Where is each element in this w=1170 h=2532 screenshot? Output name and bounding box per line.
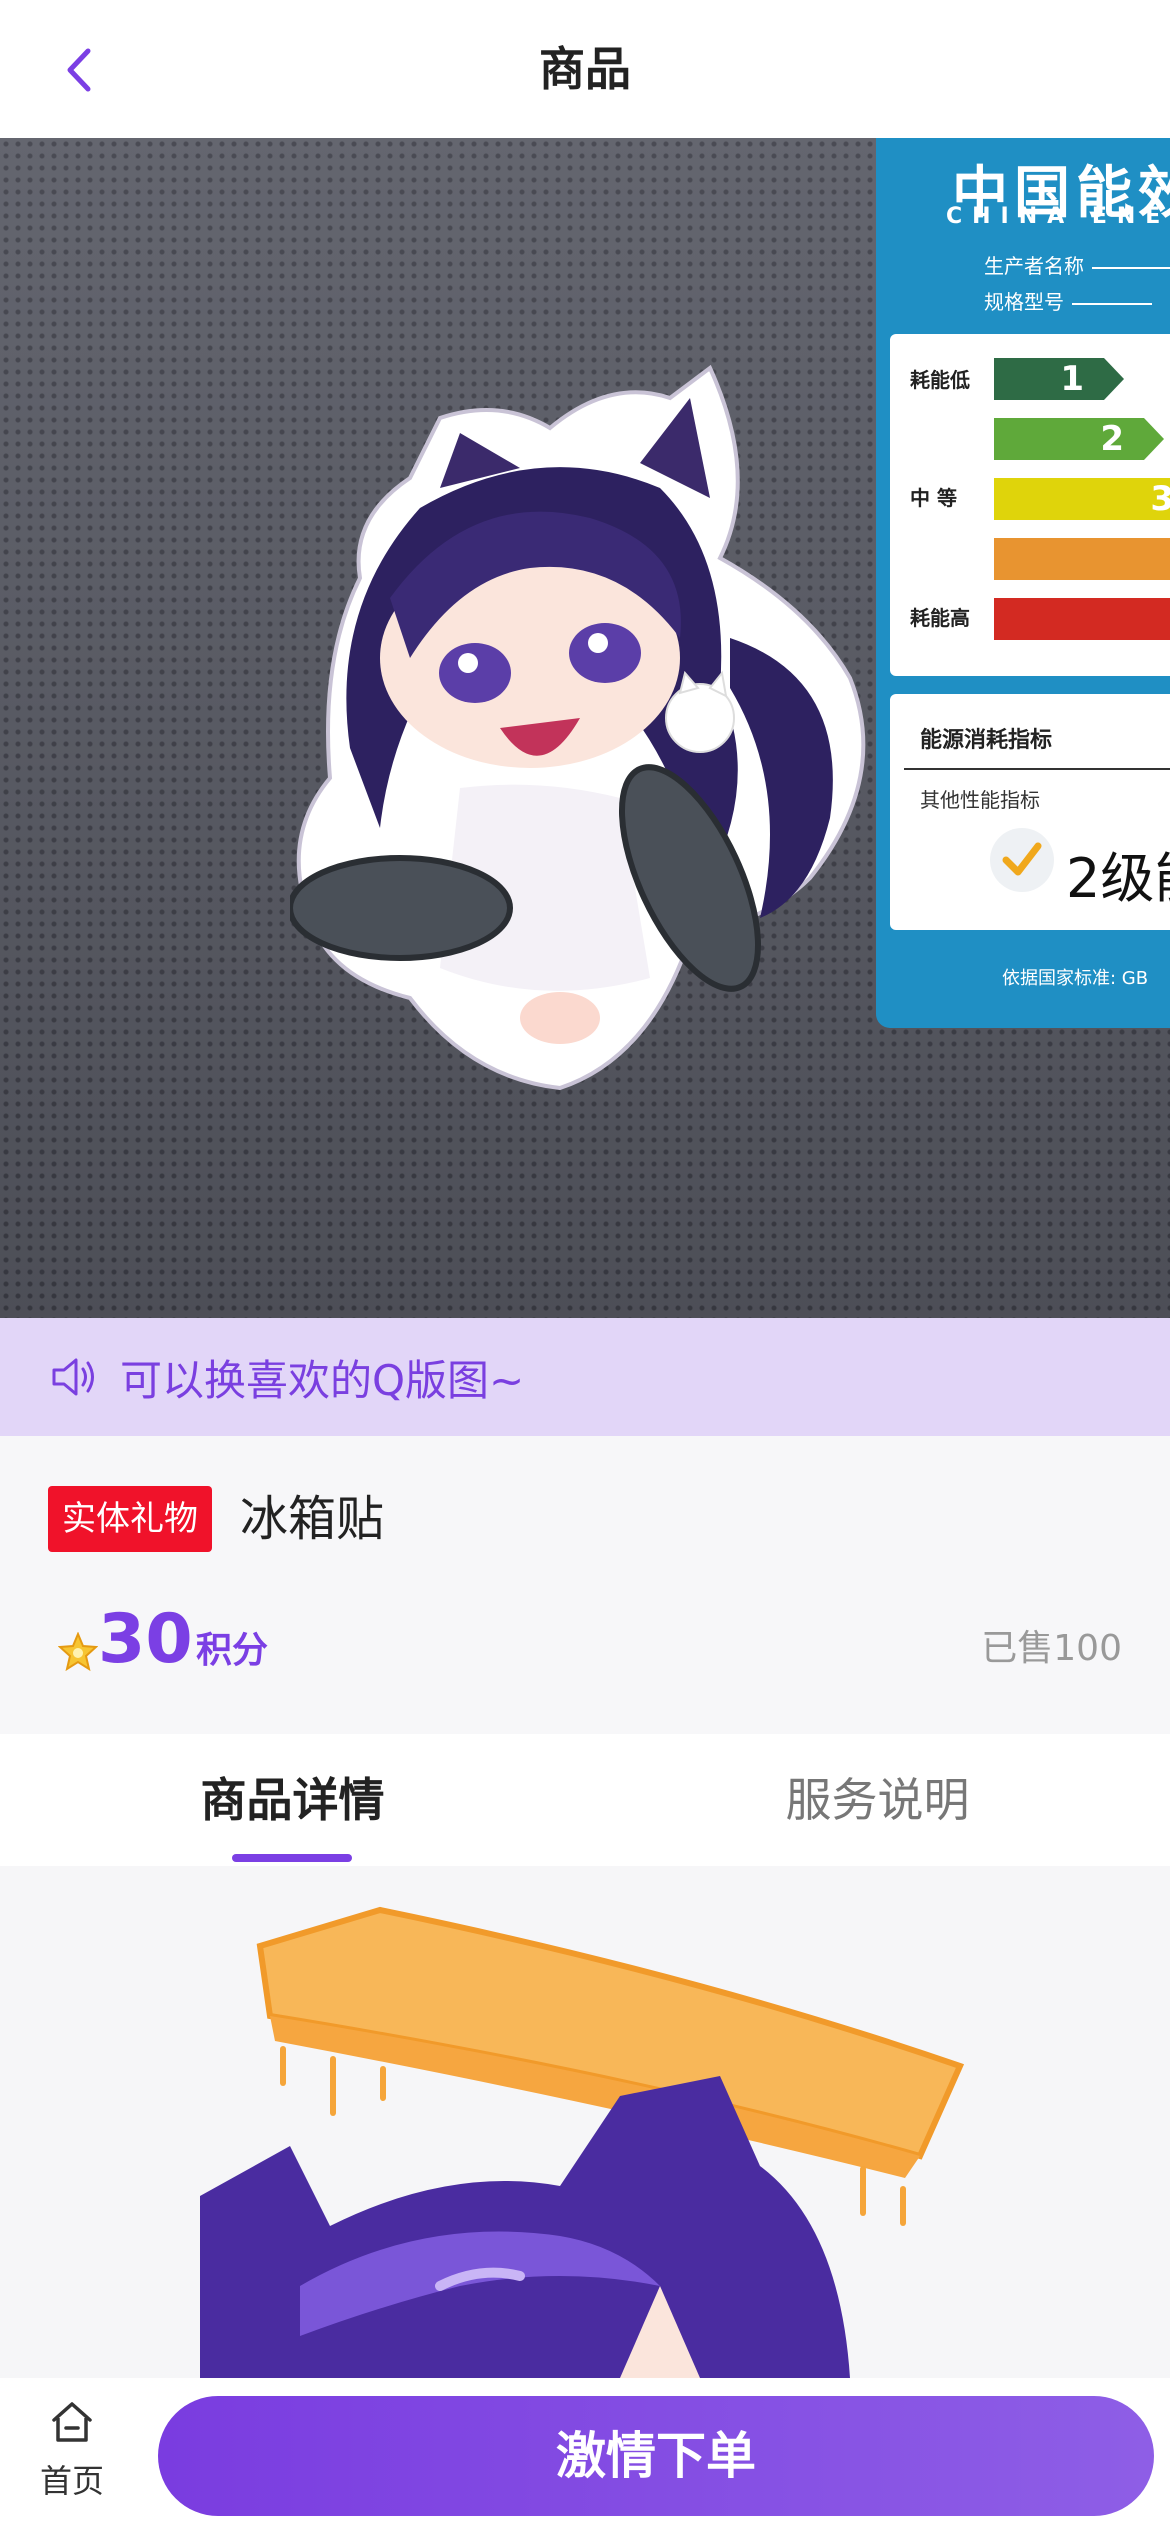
speaker-icon xyxy=(52,1358,94,1396)
product-info-card: 实体礼物 冰箱贴 30 积分 已售100 xyxy=(0,1436,1170,1734)
energy-label: 中国能效 CHINA ENERGY 生产者名称 规格型号 耗能低 中 等 耗能高… xyxy=(876,138,1170,1028)
other-index-label: 其他性能指标 xyxy=(920,788,1040,812)
bottom-action-bar: 首页 激情下单 xyxy=(0,2378,1170,2532)
detail-tabs: 商品详情 服务说明 xyxy=(0,1734,1170,1866)
detail-illustration xyxy=(200,1906,965,2378)
active-tab-indicator xyxy=(232,1854,352,1862)
checkmark-icon xyxy=(990,828,1054,892)
energy-label-subtitle: CHINA ENERGY xyxy=(946,204,1170,229)
product-detail-image xyxy=(0,1866,1170,2378)
energy-index-divider xyxy=(904,768,1170,770)
tab-service-info[interactable]: 服务说明 xyxy=(585,1734,1170,1866)
top-nav-bar: 商品 xyxy=(0,0,1170,138)
energy-grade-bar-4 xyxy=(994,538,1170,580)
energy-index-title: 能源消耗指标 xyxy=(920,728,1053,753)
energy-grade-bar-2: 2 xyxy=(994,418,1164,460)
gift-type-badge: 实体礼物 xyxy=(48,1486,212,1552)
points-unit: 积分 xyxy=(196,1630,269,1671)
energy-label-producer: 生产者名称 xyxy=(984,250,1170,279)
chibi-sticker-illustration xyxy=(290,364,866,1091)
home-icon[interactable] xyxy=(48,2398,96,2446)
energy-grade-text: 2级能 xyxy=(1066,847,1170,910)
energy-index-box: 能源消耗指标 其他性能指标 2级能 xyxy=(890,694,1170,930)
notice-banner: 可以换喜欢的Q版图~ xyxy=(0,1318,1170,1436)
place-order-button[interactable]: 激情下单 xyxy=(158,2396,1154,2516)
star-coin-icon xyxy=(58,1632,98,1672)
home-label[interactable]: 首页 xyxy=(22,2456,122,2502)
energy-label-model: 规格型号 xyxy=(984,286,1152,315)
page-title: 商品 xyxy=(539,42,631,96)
energy-standard-text: 依据国家标准: GB xyxy=(1002,968,1149,989)
product-hero-image: 中国能效 CHINA ENERGY 生产者名称 规格型号 耗能低 中 等 耗能高… xyxy=(0,138,1170,1318)
home-button[interactable]: 首页 xyxy=(22,2398,122,2518)
level-mid-label: 中 等 xyxy=(910,486,957,510)
points-value: 30 xyxy=(98,1600,193,1679)
energy-grade-box: 耗能低 中 等 耗能高 1 2 3 xyxy=(890,334,1170,676)
sold-count: 已售100 xyxy=(981,1628,1122,1669)
energy-grade-bar-3: 3 xyxy=(994,478,1170,520)
notice-text: 可以换喜欢的Q版图~ xyxy=(120,1355,525,1405)
level-low-label: 耗能低 xyxy=(910,368,970,392)
level-high-label: 耗能高 xyxy=(910,606,970,630)
energy-grade-bar-5 xyxy=(994,598,1170,640)
energy-grade-bar-1: 1 xyxy=(994,358,1124,400)
product-name: 冰箱贴 xyxy=(240,1491,385,1547)
tab-product-details[interactable]: 商品详情 xyxy=(0,1734,585,1866)
